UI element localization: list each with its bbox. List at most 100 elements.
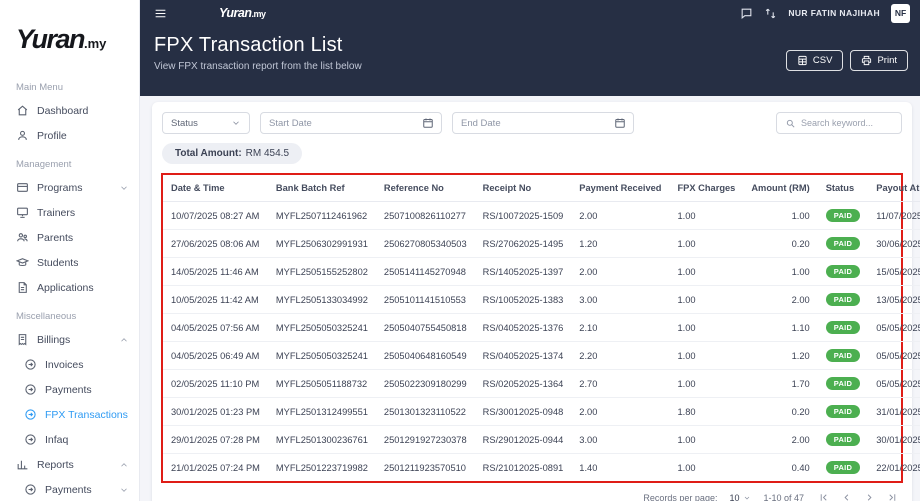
cell-date-time: 29/01/2025 07:28 PM [163, 425, 268, 454]
topbar-right: NUR FATIN NAJIHAH NF [740, 3, 910, 23]
column-header-amount-rm: Amount (RM) [743, 175, 818, 202]
sidebar-item-payments[interactable]: Payments [0, 477, 139, 501]
cell-date-time: 27/06/2025 08:06 AM [163, 229, 268, 258]
cell-payment-received: 2.00 [571, 257, 670, 286]
cell-payment-received: 2.00 [571, 201, 670, 230]
sidebar-item-dashboard[interactable]: Dashboard [0, 98, 139, 123]
per-page-select[interactable]: 10 [729, 493, 751, 501]
sidebar-item-fpx-transactions[interactable]: FPX Transactions [0, 402, 139, 427]
header-actions: CSV Print [785, 50, 908, 71]
table-row[interactable]: 02/05/2025 11:10 PM MYFL2505051188732 2505… [163, 369, 920, 398]
sidebar-item-profile[interactable]: Profile [0, 123, 139, 148]
prev-page-button[interactable] [841, 492, 852, 501]
sidebar-item-parents[interactable]: Parents [0, 225, 139, 250]
transactions-table: Date & Time Bank Batch Ref Reference No Rec… [163, 175, 920, 481]
next-page-button[interactable] [864, 492, 875, 501]
topbar: Yuran.my NUR FATIN NAJIHAH NF [140, 0, 920, 26]
cell-receipt-no: RS/02052025-1364 [474, 369, 572, 398]
cell-fpx-charges: 1.00 [669, 201, 744, 230]
last-page-button[interactable] [887, 492, 898, 501]
sidebar-item-payments[interactable]: Payments [0, 377, 139, 402]
table-row[interactable]: 10/05/2025 11:42 AM MYFL2505133034992 2505… [163, 285, 920, 314]
csv-icon [797, 55, 808, 66]
sidebar-item-applications[interactable]: Applications [0, 275, 139, 300]
table-row[interactable]: 29/01/2025 07:28 PM MYFL2501300236761 2501… [163, 425, 920, 454]
table-row[interactable]: 04/05/2025 06:49 AM MYFL2505050325241 2505… [163, 341, 920, 370]
avatar[interactable]: NF [891, 3, 910, 23]
column-header-receipt-no: Receipt No [474, 175, 572, 202]
cell-bank-batch-ref: MYFL2505050325241 [267, 313, 376, 342]
sidebar-item-label: Payments [45, 383, 92, 396]
cell-receipt-no: RS/21012025-0891 [482, 462, 564, 473]
page-header: Yuran.my NUR FATIN NAJIHAH NF FPX Transa… [140, 0, 920, 96]
sidebar-item-reports[interactable]: Reports [0, 452, 139, 477]
column-header-bank-batch-ref: Bank Batch Ref [267, 175, 376, 202]
sidebar-item-label: FPX Transactions [45, 408, 128, 421]
sidebar-item-billings[interactable]: Billings [0, 327, 139, 352]
status-filter-select[interactable]: Status [162, 112, 250, 134]
table-row[interactable]: 21/01/2025 07:24 PM MYFL2501223719982 2501… [163, 454, 920, 482]
sidebar-item-students[interactable]: Students [0, 250, 139, 275]
sidebar-item-label: Programs [37, 181, 83, 194]
chevron-down-icon [119, 485, 129, 495]
status-badge: PAID [825, 237, 861, 250]
cell-bank-batch-ref: MYFL2505133034992 [267, 285, 376, 314]
sidebar-item-trainers[interactable]: Trainers [0, 200, 139, 225]
cell-receipt-no: RS/10052025-1383 [474, 285, 572, 314]
cell-bank-batch-ref: MYFL2507112461962 [267, 201, 376, 230]
home-icon [16, 104, 29, 117]
start-date-input[interactable] [269, 117, 422, 129]
app-logo[interactable]: Yuran.my [0, 0, 139, 71]
table-row[interactable]: 30/01/2025 01:23 PM MYFL2501312499551 2501… [163, 397, 920, 426]
cell-payout-at: 15/05/2025 07:45 AM [868, 257, 920, 286]
sidebar-item-invoices[interactable]: Invoices [0, 352, 139, 377]
cell-fpx-charges: 1.80 [669, 397, 744, 426]
cell-reference-no: 2505141145270948 [375, 257, 475, 286]
pagination: Records per page: 10 1-10 of 47 [160, 483, 904, 501]
doc-icon [16, 281, 29, 294]
cell-payout-at: 05/05/2025 04:01 PM [868, 341, 920, 370]
card-icon [16, 181, 29, 194]
search-input[interactable] [801, 118, 893, 128]
sidebar-nav: Main Menu Dashboard Profile Management Progr… [0, 71, 139, 501]
sidebar-item-infaq[interactable]: Infaq [0, 427, 139, 452]
board-icon [16, 206, 29, 219]
cell-payment-received: 3.00 [571, 425, 670, 454]
cell-date-time: 04/05/2025 06:49 AM [163, 341, 268, 370]
per-page-value: 10 [729, 492, 740, 501]
total-amount-label: Total Amount: [175, 148, 242, 159]
cell-receipt-no: RS/30012025-0948 [474, 397, 572, 426]
calendar-icon[interactable] [614, 117, 626, 129]
search-field[interactable] [776, 112, 902, 134]
print-icon [861, 55, 872, 66]
cell-reference-no: 2506270805340503 [375, 229, 475, 258]
calendar-icon[interactable] [422, 117, 434, 129]
sidebar-item-programs[interactable]: Programs [0, 175, 139, 200]
end-date-field[interactable] [452, 112, 634, 134]
cell-payout-at: 13/05/2025 07:30 AM [868, 285, 920, 314]
cell-reference-no: 2501211923570510 [383, 462, 466, 473]
message-icon[interactable] [740, 7, 753, 20]
table-row[interactable]: 10/07/2025 08:27 AM MYFL2507112461962 2507… [163, 201, 920, 230]
cell-date-time: 02/05/2025 11:10 PM [163, 369, 268, 398]
first-page-button[interactable] [818, 492, 829, 501]
table-row[interactable]: 14/05/2025 11:46 AM MYFL2505155252802 2505… [163, 257, 920, 286]
page-title: FPX Transaction List [154, 34, 343, 56]
transactions-icon[interactable] [764, 7, 777, 20]
cell-status: PAID [817, 229, 869, 258]
table-row[interactable]: 27/06/2025 08:06 AM MYFL2506302991931 2506… [163, 229, 920, 258]
sidebar-section-management: Management [16, 159, 72, 170]
students-icon [15, 256, 30, 269]
print-button[interactable]: Print [850, 50, 908, 71]
csv-button[interactable]: CSV [785, 50, 844, 71]
cell-bank-batch-ref: MYFL2501300236761 [267, 425, 376, 454]
start-date-field[interactable] [260, 112, 442, 134]
cell-payment-received: 2.70 [571, 369, 670, 398]
hamburger-menu-icon[interactable] [154, 7, 167, 20]
cell-status: PAID [817, 285, 869, 314]
chevron-down-icon [119, 183, 129, 193]
end-date-input[interactable] [461, 117, 614, 129]
cell-reference-no: 2505040755450818 [375, 313, 475, 342]
table-row[interactable]: 04/05/2025 07:56 AM MYFL2505050325241 2505… [163, 313, 920, 342]
cell-status: PAID [817, 257, 869, 286]
